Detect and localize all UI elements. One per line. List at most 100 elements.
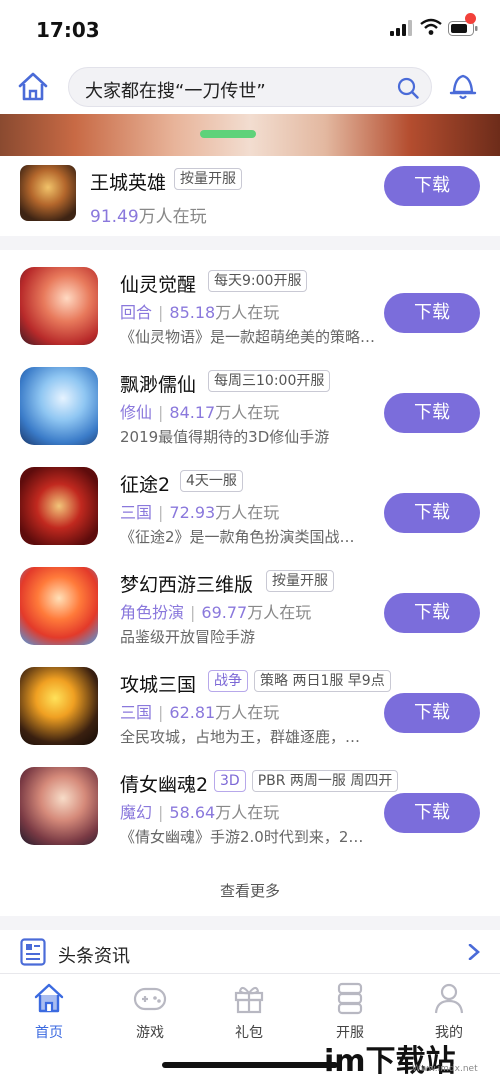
tab-gamepad[interactable]: 游戏 (115, 980, 185, 1050)
featured-game[interactable]: 王城英雄 按量开服 91.49万人在玩 下载 (0, 156, 500, 236)
player-count-number: 84.17 (169, 403, 216, 422)
game-tag: PBR 两周一服 周四开 (251, 770, 399, 792)
player-count-number: 85.18 (169, 303, 216, 322)
tab-home[interactable]: 首页 (14, 980, 84, 1050)
meta-separator: | (190, 603, 196, 622)
game-description: 全民攻城，占地为王，群雄逐鹿，… (120, 728, 361, 746)
game-meta: 三国 | 62.81万人在玩 (120, 699, 279, 723)
banner-indicator (200, 130, 256, 138)
game-name: 倩女幽魂2 (120, 774, 209, 796)
game-genre: 魔幻 (120, 803, 153, 822)
player-count-number: 62.81 (169, 703, 216, 722)
chevron-right-icon[interactable] (468, 944, 480, 960)
download-button[interactable]: 下载 (384, 693, 480, 733)
signal-icon (390, 20, 412, 36)
gift-icon (234, 987, 264, 1014)
tab-gift[interactable]: 礼包 (214, 980, 284, 1050)
home-icon (34, 983, 64, 1013)
game-icon (20, 667, 98, 745)
search-input[interactable]: 大家都在搜“一刀传世” (85, 77, 266, 103)
game-meta: 修仙 | 84.17万人在玩 (120, 399, 279, 423)
game-tag: 按量开服 (266, 570, 334, 592)
game-row[interactable]: 倩女幽魂2 3D PBR 两周一服 周四开 魔幻 | 58.64万人在玩 《倩女幽魂》手游2… (0, 750, 500, 850)
tab-label: 首页 (35, 1025, 63, 1041)
game-name: 飘渺儒仙 (120, 374, 197, 396)
game-tags: 战争 策略 两日1服 早9点 (208, 670, 391, 692)
player-count-number: 72.93 (169, 503, 216, 522)
game-description: 《仙灵物语》是一款超萌绝美的策略… (120, 328, 376, 346)
game-tags: 每天9:00开服 (208, 270, 308, 292)
game-genre: 三国 (120, 703, 153, 722)
game-name: 梦幻西游三维版 (120, 574, 254, 596)
download-button[interactable]: 下载 (384, 593, 480, 633)
game-icon (20, 267, 98, 345)
meta-separator: | (158, 803, 164, 822)
game-row[interactable]: 飘渺儒仙 每周三10:00开服 修仙 | 84.17万人在玩 2019最值得期待的3D修仙… (0, 350, 500, 450)
game-row[interactable]: 梦幻西游三维版 按量开服 角色扮演 | 69.77万人在玩 品鉴级开放冒险手游 下载 (0, 550, 500, 650)
player-count-number: 69.77 (201, 603, 248, 622)
player-count-number: 58.64 (169, 803, 216, 822)
watermark-url: Www.imdx.net (412, 1064, 478, 1074)
game-name: 王城英雄 (90, 172, 167, 194)
player-count-unit: 万人在玩 (215, 503, 280, 522)
news-section[interactable]: 头条资讯 (0, 930, 500, 974)
meta-separator: | (158, 503, 164, 522)
banner-image[interactable] (0, 114, 500, 156)
section-divider (0, 236, 500, 250)
home-indicator (162, 1062, 338, 1068)
game-icon (20, 367, 98, 445)
game-tag: 3D (214, 770, 246, 792)
wifi-icon (420, 18, 442, 35)
download-button[interactable]: 下载 (384, 393, 480, 433)
meta-separator: | (158, 703, 164, 722)
game-row[interactable]: 仙灵觉醒 每天9:00开服回合 | 85.18万人在玩《仙灵物语》是一款超萌绝美的策略… (0, 250, 500, 350)
player-count-unit: 万人在玩 (215, 303, 280, 322)
download-button[interactable]: 下载 (384, 493, 480, 533)
game-list: 仙灵觉醒 每天9:00开服 回合 | 85.18万人在玩 《仙灵物语》是一款超萌绝美的策略… (0, 250, 500, 866)
game-genre: 回合 (120, 303, 153, 322)
tab-label: 游戏 (136, 1025, 164, 1041)
game-tag: 策略 两日1服 早9点 (254, 670, 391, 692)
search-bar[interactable]: 大家都在搜“一刀传世” (68, 67, 432, 107)
meta-separator: | (158, 303, 164, 322)
status-time: 17:03 (36, 18, 100, 42)
game-icon (20, 567, 98, 645)
game-tag: 每周三10:00开服 (208, 370, 331, 392)
player-count-unit: 万人在玩 (138, 207, 207, 227)
home-icon[interactable] (16, 70, 50, 104)
player-count-unit: 万人在玩 (215, 803, 280, 822)
game-meta: 回合 | 85.18万人在玩 (120, 299, 279, 323)
game-description: 品鉴级开放冒险手游 (120, 628, 256, 646)
game-tag: 每天9:00开服 (208, 270, 308, 292)
game-name: 征途2 (120, 474, 171, 496)
battery-icon (448, 21, 478, 36)
meta-separator: | (158, 403, 164, 422)
game-tags: 按量开服 (266, 570, 334, 592)
download-button[interactable]: 下载 (384, 293, 480, 333)
news-icon (20, 938, 46, 966)
download-button[interactable]: 下载 (384, 166, 480, 206)
game-genre: 三国 (120, 503, 153, 522)
game-icon (20, 467, 98, 545)
game-icon (20, 767, 98, 845)
game-tag: 按量开服 (174, 168, 242, 190)
game-tags: 每周三10:00开服 (208, 370, 331, 392)
bell-icon[interactable] (448, 68, 478, 102)
see-more-link[interactable]: 查看更多 (0, 866, 500, 916)
game-row[interactable]: 征途2 4天一服三国 | 72.93万人在玩《征途2》是一款角色扮演类国战… 下载 (0, 450, 500, 550)
player-count: 91.49万人在玩 (90, 202, 207, 227)
search-icon[interactable] (397, 77, 419, 99)
game-name: 仙灵觉醒 (120, 274, 197, 296)
game-description: 《征途2》是一款角色扮演类国战… (120, 528, 355, 546)
game-genre: 角色扮演 (120, 603, 185, 622)
gamepad-icon (133, 987, 167, 1011)
game-description: 2019最值得期待的3D修仙手游 (120, 428, 330, 446)
server-icon (337, 982, 363, 1015)
game-tag: 4天一服 (180, 470, 243, 492)
tab-label: 礼包 (235, 1025, 263, 1041)
download-button[interactable]: 下载 (384, 793, 480, 833)
user-icon (434, 983, 464, 1014)
game-meta: 魔幻 | 58.64万人在玩 (120, 799, 279, 823)
app-header: 大家都在搜“一刀传世” (0, 56, 500, 118)
game-row[interactable]: 攻城三国 战争 策略 两日1服 早9点 三国 | 62.81万人在玩 全民攻城，占地为王，群… (0, 650, 500, 750)
